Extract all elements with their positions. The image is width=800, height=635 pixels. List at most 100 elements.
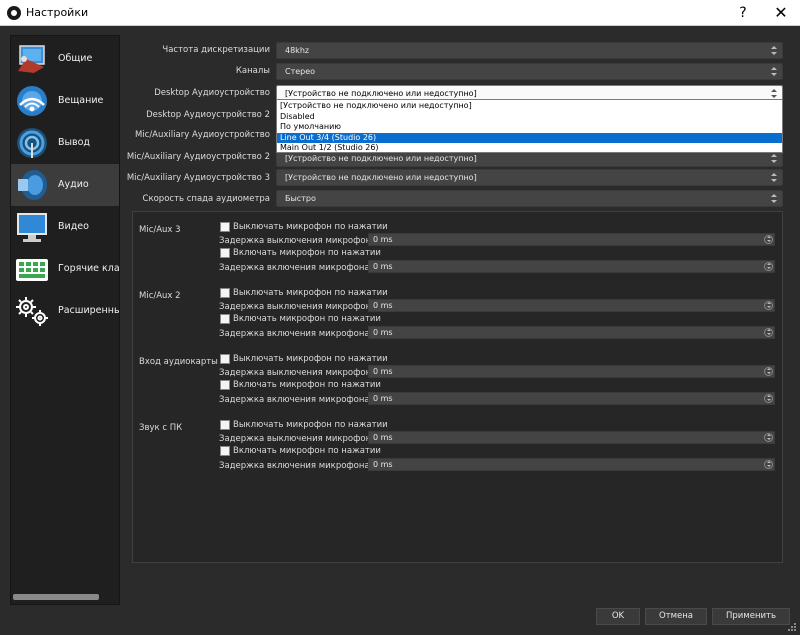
push-to-talk-delay-input[interactable]: 0 ms <box>368 392 775 405</box>
hotkeys-icon <box>16 259 48 281</box>
push-to-mute-checkbox[interactable] <box>220 288 230 298</box>
channels-select[interactable]: Стерео <box>276 63 783 80</box>
apply-button[interactable]: Применить <box>712 608 790 625</box>
mic-aux-label: Mic/Auxiliary Аудиоустройство <box>134 130 270 140</box>
title-bar: Настройки ? ✕ <box>0 0 800 26</box>
dropdown-option[interactable]: По умолчанию <box>277 122 782 133</box>
spin-arrows-icon[interactable] <box>764 262 773 271</box>
chevron-updown-icon <box>770 66 779 77</box>
push-to-talk-label: Включать микрофон по нажатии <box>233 380 381 390</box>
sidebar-item-label: Расширенные <box>58 305 119 316</box>
push-to-mute-label: Выключать микрофон по нажатии <box>233 354 388 364</box>
resize-grip-icon[interactable] <box>787 622 797 632</box>
sample-rate-value: 48khz <box>285 46 310 55</box>
dropdown-option[interactable]: Main Out 1/2 (Studio 26) <box>277 143 782 154</box>
push-to-talk-checkbox[interactable] <box>220 248 230 258</box>
sidebar-item-video[interactable]: Видео <box>11 206 119 248</box>
chevron-updown-icon <box>770 45 779 56</box>
group-label: Вход аудиокарты <box>139 357 218 367</box>
sidebar-item-label: Общие <box>58 53 93 64</box>
group-label: Mic/Aux 3 <box>139 225 181 235</box>
hotkey-settings-panel: Mic/Aux 3 Выключать микрофон по нажатии … <box>132 211 783 563</box>
sidebar-item-advanced[interactable]: Расширенные <box>11 290 119 332</box>
sidebar-item-label: Видео <box>58 221 89 232</box>
push-to-talk-delay-input[interactable]: 0 ms <box>368 326 775 339</box>
obs-logo-icon <box>7 6 21 20</box>
spin-arrows-icon[interactable] <box>764 460 773 469</box>
push-to-talk-label: Включать микрофон по нажатии <box>233 248 381 258</box>
sidebar-item-label: Вывод <box>58 137 90 148</box>
spin-arrows-icon[interactable] <box>764 433 773 442</box>
delay-value: 0 ms <box>373 235 393 244</box>
push-to-talk-label: Включать микрофон по нажатии <box>233 446 381 456</box>
help-button[interactable]: ? <box>728 3 758 23</box>
settings-sidebar: Общие Вещание Вывод Аудио Видео Горячие … <box>10 35 120 605</box>
push-to-mute-label: Выключать микрофон по нажатии <box>233 420 388 430</box>
sidebar-item-audio[interactable]: Аудио <box>11 164 119 206</box>
spin-arrows-icon[interactable] <box>764 328 773 337</box>
desktop-audio-value: [Устройство не подключено или недоступно… <box>285 89 477 98</box>
dropdown-option-selected[interactable]: Line Out 3/4 (Studio 26) <box>277 132 782 143</box>
mic-aux-3-select[interactable]: [Устройство не подключено или недоступно… <box>276 169 783 186</box>
spin-arrows-icon[interactable] <box>764 301 773 310</box>
chevron-updown-icon <box>770 88 779 99</box>
sample-rate-select[interactable]: 48khz <box>276 42 783 59</box>
sidebar-item-output[interactable]: Вывод <box>11 122 119 164</box>
delay-value: 0 ms <box>373 367 393 376</box>
sidebar-scrollbar[interactable] <box>13 594 99 600</box>
dropdown-option[interactable]: Disabled <box>277 112 782 123</box>
push-to-mute-delay-label: Задержка выключения микрофона <box>219 368 377 378</box>
sidebar-item-broadcast[interactable]: Вещание <box>11 80 119 122</box>
delay-value: 0 ms <box>373 328 393 337</box>
window-title: Настройки <box>26 6 89 19</box>
meter-decay-label: Скорость спада аудиометра <box>142 194 270 204</box>
sidebar-item-label: Вещание <box>58 95 104 106</box>
video-icon <box>17 213 47 242</box>
channels-value: Стерео <box>285 67 316 76</box>
push-to-mute-checkbox[interactable] <box>220 222 230 232</box>
push-to-mute-delay-input[interactable]: 0 ms <box>368 299 775 312</box>
close-button[interactable]: ✕ <box>766 3 796 23</box>
sidebar-item-hotkeys[interactable]: Горячие клав <box>11 248 120 290</box>
mic-aux-3-value: [Устройство не подключено или недоступно… <box>285 173 477 182</box>
desktop-audio-2-label: Desktop Аудиоустройство 2 <box>146 110 270 120</box>
push-to-talk-delay-label: Задержка включения микрофона <box>219 263 370 273</box>
delay-value: 0 ms <box>373 394 393 403</box>
sample-rate-label: Частота дискретизации <box>162 45 270 55</box>
push-to-mute-checkbox[interactable] <box>220 420 230 430</box>
push-to-mute-delay-input[interactable]: 0 ms <box>368 233 775 246</box>
push-to-mute-delay-input[interactable]: 0 ms <box>368 431 775 444</box>
push-to-mute-delay-input[interactable]: 0 ms <box>368 365 775 378</box>
group-label: Mic/Aux 2 <box>139 291 181 301</box>
cancel-button[interactable]: Отмена <box>645 608 707 625</box>
push-to-mute-delay-label: Задержка выключения микрофона <box>219 302 377 312</box>
push-to-mute-checkbox[interactable] <box>220 354 230 364</box>
push-to-talk-delay-label: Задержка включения микрофона <box>219 461 370 471</box>
sidebar-item-label: Аудио <box>58 179 89 190</box>
meter-decay-select[interactable]: Быстро <box>276 190 783 207</box>
push-to-talk-checkbox[interactable] <box>220 314 230 324</box>
spin-arrows-icon[interactable] <box>764 394 773 403</box>
delay-value: 0 ms <box>373 262 393 271</box>
push-to-mute-label: Выключать микрофон по нажатии <box>233 288 388 298</box>
push-to-talk-delay-input[interactable]: 0 ms <box>368 458 775 471</box>
advanced-icon <box>16 297 48 326</box>
push-to-talk-checkbox[interactable] <box>220 380 230 390</box>
push-to-talk-checkbox[interactable] <box>220 446 230 456</box>
push-to-talk-delay-input[interactable]: 0 ms <box>368 260 775 273</box>
mic-aux-2-label: Mic/Auxiliary Аудиоустройство 2 <box>126 152 270 162</box>
mic-aux-3-label: Mic/Auxiliary Аудиоустройство 3 <box>126 173 270 183</box>
group-label: Звук с ПК <box>139 423 183 433</box>
sidebar-item-label: Горячие клав <box>58 263 120 274</box>
meter-decay-value: Быстро <box>285 194 316 203</box>
audio-icon <box>18 170 47 200</box>
push-to-mute-delay-label: Задержка выключения микрофона <box>219 236 377 246</box>
mic-aux-2-value: [Устройство не подключено или недоступно… <box>285 154 477 163</box>
spin-arrows-icon[interactable] <box>764 235 773 244</box>
ok-button[interactable]: OK <box>596 608 640 625</box>
dropdown-option[interactable]: [Устройство не подключено или недоступно… <box>277 101 782 112</box>
spin-arrows-icon[interactable] <box>764 367 773 376</box>
delay-value: 0 ms <box>373 460 393 469</box>
sidebar-item-general[interactable]: Общие <box>11 38 119 80</box>
delay-value: 0 ms <box>373 433 393 442</box>
